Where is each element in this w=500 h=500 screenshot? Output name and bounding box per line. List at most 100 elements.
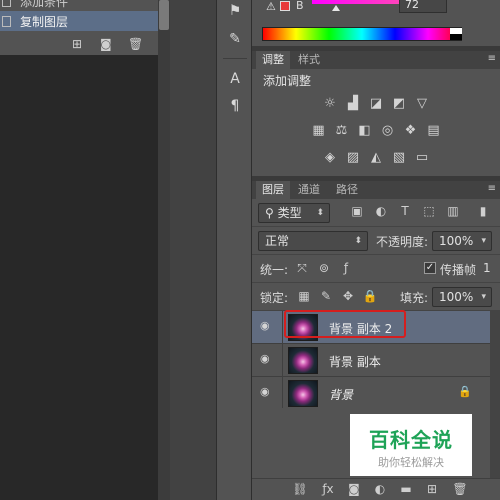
unify-style-icon[interactable]: ƒ bbox=[338, 261, 354, 275]
watermark-subtitle: 助你轻松解决 bbox=[378, 456, 444, 469]
lock-label: 锁定: bbox=[260, 291, 289, 305]
new-document-from-state-icon[interactable]: ⊞ bbox=[72, 37, 82, 51]
tab-styles[interactable]: 样式 bbox=[292, 51, 326, 69]
link-layers-icon[interactable]: ⛓ bbox=[292, 482, 308, 496]
black-white-icon[interactable]: ◧ bbox=[355, 122, 374, 139]
canvas-scrollbar[interactable] bbox=[158, 55, 170, 500]
opacity-field[interactable]: 100% ▾ bbox=[432, 231, 492, 251]
curves-icon[interactable]: ◪ bbox=[367, 95, 386, 112]
trash-icon[interactable]: 🗑 bbox=[128, 37, 143, 51]
tab-channels[interactable]: 通道 bbox=[292, 181, 326, 199]
hue-saturation-icon[interactable]: ▦ bbox=[309, 122, 328, 139]
threshold-icon[interactable]: ◭ bbox=[367, 149, 386, 166]
history-toolbar: ⊞ ◙ 🗑 bbox=[0, 33, 158, 55]
propagate-frame-checkbox[interactable]: ✓ bbox=[424, 262, 436, 274]
layers-footer-toolbar: ⛓ ƒx ◙ ◐ ▬ ⊞ 🗑 bbox=[252, 478, 500, 500]
lock-all-icon[interactable]: 🔒 bbox=[362, 289, 378, 303]
panel-menu-icon[interactable]: ≡ bbox=[488, 53, 496, 64]
filter-kind-select[interactable]: ⚲ 类型 ⬍ bbox=[258, 203, 330, 223]
lock-pixels-icon[interactable]: ✎ bbox=[318, 289, 334, 303]
chevron-updown-icon: ⬍ bbox=[354, 236, 362, 246]
channel-label: B bbox=[296, 0, 304, 12]
new-group-icon[interactable]: ▬ bbox=[398, 482, 414, 496]
visibility-column-divider bbox=[282, 344, 283, 377]
gradient-map-icon[interactable]: ▭ bbox=[413, 149, 432, 166]
blend-opacity-bar: 正常 ⬍ 不透明度: 100% ▾ bbox=[252, 227, 500, 255]
posterize-icon[interactable]: ▨ bbox=[344, 149, 363, 166]
brush-settings-icon[interactable]: ✎ bbox=[225, 30, 245, 48]
layer-name[interactable]: 背景 副本 bbox=[329, 353, 381, 370]
color-balance-icon[interactable]: ⚖ bbox=[332, 122, 351, 139]
channel-value-field[interactable]: 72 bbox=[399, 0, 447, 13]
propagate-frame-label: 传播帧 bbox=[440, 263, 477, 277]
fill-field[interactable]: 100% ▾ bbox=[432, 287, 492, 307]
canvas-area bbox=[0, 55, 158, 500]
history-item-selected[interactable]: 复制图层 bbox=[0, 11, 158, 31]
panel-menu-icon[interactable]: ≡ bbox=[488, 183, 496, 194]
chevron-down-icon: ▾ bbox=[481, 292, 486, 302]
adjustment-layer-filter-icon[interactable]: ◐ bbox=[372, 203, 390, 219]
strip-divider bbox=[223, 58, 247, 59]
unify-label: 统一: bbox=[260, 263, 289, 277]
layers-scrollbar[interactable] bbox=[490, 310, 500, 480]
layers-tabbar: 图层 通道 路径 ≡ bbox=[252, 181, 500, 199]
tab-adjustments[interactable]: 调整 bbox=[256, 51, 290, 69]
lock-transparency-icon[interactable]: ▦ bbox=[296, 289, 312, 303]
black-white-swatch[interactable] bbox=[450, 28, 462, 40]
eye-icon[interactable]: ◉ bbox=[260, 353, 274, 364]
layer-thumbnail[interactable] bbox=[288, 380, 318, 407]
vibrance-icon[interactable]: ▽ bbox=[413, 95, 432, 112]
eye-icon[interactable]: ◉ bbox=[260, 320, 274, 331]
search-icon: ⚲ bbox=[265, 206, 278, 220]
paragraph-icon[interactable]: ¶ bbox=[225, 97, 245, 115]
color-lookup-icon[interactable]: ▤ bbox=[424, 122, 443, 139]
watermark-title: 百科全说 bbox=[369, 428, 453, 452]
unify-position-icon[interactable]: ⤧ bbox=[294, 261, 310, 276]
unify-visibility-icon[interactable]: ⊚ bbox=[316, 261, 332, 275]
color-swatch[interactable] bbox=[280, 1, 290, 11]
history-item[interactable]: 添加条件 bbox=[0, 0, 158, 11]
layer-name[interactable]: 背景 bbox=[329, 386, 353, 403]
collapsed-panel-strip: ⚑ ✎ A ¶ bbox=[216, 0, 252, 500]
history-item-label: 复制图层 bbox=[20, 14, 69, 29]
exposure-icon[interactable]: ◩ bbox=[390, 95, 409, 112]
lock-bar: 锁定: ▦ ✎ ✥ 🔒 填充: 100% ▾ bbox=[252, 283, 500, 311]
character-icon[interactable]: A bbox=[225, 70, 245, 88]
eye-icon[interactable]: ◉ bbox=[260, 386, 274, 397]
trash-icon[interactable]: 🗑 bbox=[452, 482, 468, 496]
adjustment-icons-row: ☼ ▟ ◪ ◩ ▽ bbox=[252, 95, 500, 112]
layer-thumbnail[interactable] bbox=[288, 347, 318, 374]
gamut-warning-icon[interactable]: ⚠ bbox=[266, 0, 276, 13]
snapshot-camera-icon[interactable]: ◙ bbox=[100, 37, 112, 51]
lock-position-icon[interactable]: ✥ bbox=[340, 289, 356, 303]
new-layer-icon[interactable]: ⊞ bbox=[424, 482, 440, 496]
shape-layer-filter-icon[interactable]: ⬚ bbox=[420, 203, 438, 219]
layer-row[interactable]: ◉ 背景 🔒 bbox=[252, 377, 490, 410]
photo-filter-icon[interactable]: ◎ bbox=[378, 122, 397, 139]
history-scrollbar-thumb[interactable] bbox=[159, 0, 169, 30]
lock-icon: 🔒 bbox=[458, 385, 472, 398]
selective-color-icon[interactable]: ▧ bbox=[390, 149, 409, 166]
channel-slider-thumb[interactable] bbox=[332, 5, 340, 11]
new-adjustment-layer-icon[interactable]: ◐ bbox=[372, 482, 388, 496]
chevron-down-icon: ▾ bbox=[481, 236, 486, 246]
layer-filter-bar: ⚲ 类型 ⬍ ▣ ◐ T ⬚ ▥ ▮ bbox=[252, 199, 500, 227]
add-mask-icon[interactable]: ◙ bbox=[346, 482, 362, 496]
blend-mode-select[interactable]: 正常 ⬍ bbox=[258, 231, 368, 251]
tab-layers[interactable]: 图层 bbox=[256, 181, 290, 199]
color-panel: ⚠ B 72 bbox=[252, 0, 500, 48]
type-layer-filter-icon[interactable]: T bbox=[396, 203, 414, 219]
brush-preset-icon[interactable]: ⚑ bbox=[225, 2, 245, 20]
color-spectrum[interactable] bbox=[262, 27, 462, 41]
pixel-layer-filter-icon[interactable]: ▣ bbox=[348, 203, 366, 219]
brightness-icon[interactable]: ☼ bbox=[321, 95, 340, 112]
layer-style-fx-icon[interactable]: ƒx bbox=[320, 482, 336, 496]
invert-icon[interactable]: ◈ bbox=[321, 149, 340, 166]
channel-mixer-icon[interactable]: ❖ bbox=[401, 122, 420, 139]
tab-paths[interactable]: 路径 bbox=[330, 181, 364, 199]
filter-toggle-icon[interactable]: ▮ bbox=[474, 203, 492, 219]
layer-row[interactable]: ◉ 背景 副本 bbox=[252, 344, 490, 377]
opacity-value: 100% bbox=[439, 234, 474, 248]
levels-icon[interactable]: ▟ bbox=[344, 95, 363, 112]
smart-object-filter-icon[interactable]: ▥ bbox=[444, 203, 462, 219]
